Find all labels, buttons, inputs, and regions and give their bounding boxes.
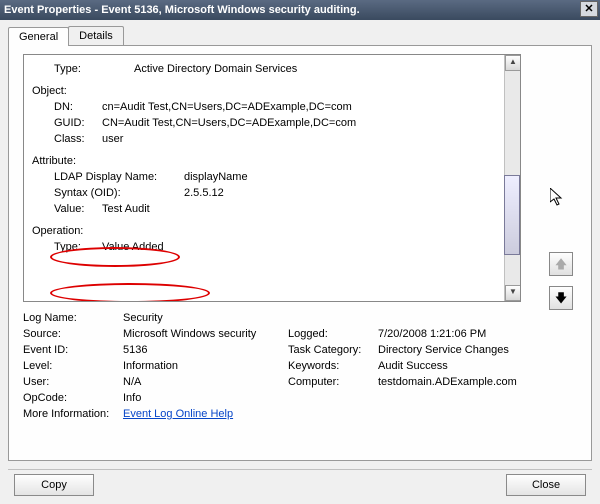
user-label: User: [23,376,123,388]
operation-label: Operation: [32,223,512,239]
dn-label: DN: [54,99,102,115]
level-label: Level: [23,360,123,372]
description-box: Type: Active Directory Domain Services O… [23,54,521,302]
dn-value: cn=Audit Test,CN=Users,DC=ADExample,DC=c… [102,99,352,115]
event-log-help-link[interactable]: Event Log Online Help [123,408,233,420]
syntax-value: 2.5.5.12 [184,185,224,201]
close-icon[interactable]: ✕ [580,1,598,17]
ldap-name-label: LDAP Display Name: [54,169,184,185]
syntax-label: Syntax (OID): [54,185,184,201]
tab-general[interactable]: General [8,27,69,46]
type-label: Type: [54,61,134,77]
description-content: Type: Active Directory Domain Services O… [24,55,520,261]
logged-value: 7/20/2008 1:21:06 PM [378,328,563,340]
operation-section: Operation: Type: Value Added [32,223,512,255]
logname-label: Log Name: [23,312,123,324]
separator [8,469,592,470]
attribute-label: Attribute: [32,153,512,169]
copy-button[interactable]: Copy [14,474,94,496]
object-section: Object: DN: cn=Audit Test,CN=Users,DC=AD… [32,83,512,147]
arrow-up-icon[interactable]: 🡅 [549,252,573,276]
keywords-label: Keywords: [288,360,378,372]
type-value: Active Directory Domain Services [134,61,297,77]
attribute-section: Attribute: LDAP Display Name: displayNam… [32,153,512,217]
keywords-value: Audit Success [378,360,563,372]
source-label: Source: [23,328,123,340]
op-type-value: Value Added [102,239,164,255]
op-type-label: Type: [54,239,102,255]
eventid-value: 5136 [123,344,288,356]
class-value: user [102,131,123,147]
properties-grid: Log Name: Security Source: Microsoft Win… [23,310,563,422]
title-bar: Event Properties - Event 5136, Microsoft… [0,0,600,20]
button-bar: Copy Close [0,474,600,496]
user-value: N/A [123,376,288,388]
ldap-name-value: displayName [184,169,248,185]
scroll-up-icon[interactable]: ▲ [505,55,521,71]
guid-label: GUID: [54,115,102,131]
tab-panel-general: Type: Active Directory Domain Services O… [8,45,592,461]
opcode-value: Info [123,392,288,404]
logname-value: Security [123,312,288,324]
scroll-down-icon[interactable]: ▼ [505,285,521,301]
tab-details[interactable]: Details [68,26,124,45]
close-button[interactable]: Close [506,474,586,496]
guid-value: CN=Audit Test,CN=Users,DC=ADExample,DC=c… [102,115,356,131]
opcode-label: OpCode: [23,392,123,404]
client-area: General Details Type: Active Directory D… [0,20,600,504]
nav-buttons: 🡅 🡇 [549,252,573,310]
scroll-thumb[interactable] [504,175,520,255]
object-label: Object: [32,83,512,99]
scrollbar[interactable]: ▲ ▼ [504,55,520,301]
logged-label: Logged: [288,328,378,340]
value-value: Test Audit [102,201,150,217]
source-value: Microsoft Windows security [123,328,288,340]
window-title: Event Properties - Event 5136, Microsoft… [4,4,360,16]
value-label: Value: [54,201,102,217]
level-value: Information [123,360,288,372]
computer-value: testdomain.ADExample.com [378,376,563,388]
eventid-label: Event ID: [23,344,123,356]
moreinfo-label: More Information: [23,408,123,420]
computer-label: Computer: [288,376,378,388]
class-label: Class: [54,131,102,147]
tab-strip: General Details [8,26,592,45]
taskcat-label: Task Category: [288,344,378,356]
annotation-circle [50,283,210,302]
arrow-down-icon[interactable]: 🡇 [549,286,573,310]
taskcat-value: Directory Service Changes [378,344,563,356]
